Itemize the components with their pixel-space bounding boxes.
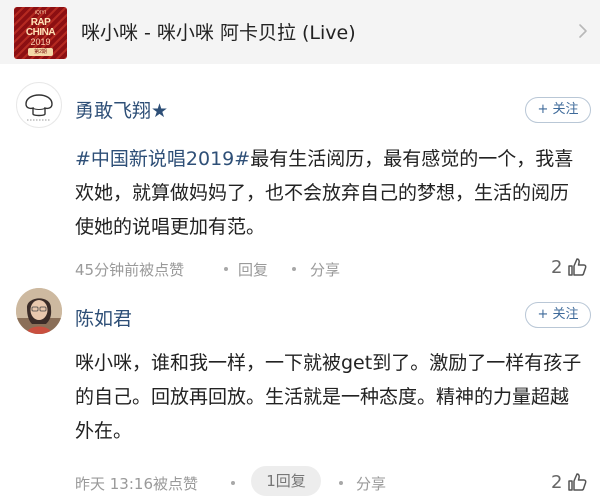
comment-text: 咪小咪，谁和我一样，一下就被get到了。激励了一样有孩子的自己。回放再回放。生活… [75,352,582,442]
user-photo-icon [16,288,62,334]
separator-dot [292,267,296,271]
username[interactable]: 勇敢飞翔★ [75,96,168,123]
reply-button[interactable]: 1回复 [251,466,321,496]
chevron-right-icon[interactable] [574,22,592,40]
username[interactable]: 陈如君 [75,304,132,331]
comment-text: #中国新说唱2019#最有生活阅历，最有感觉的一个，我喜欢她，就算做妈妈了，也不… [75,142,587,244]
follow-button[interactable]: + 关注 [525,302,591,328]
like-count: 2 [551,472,563,493]
album-art-episode: 第2期 [28,48,53,56]
avatar[interactable] [16,82,62,128]
topic-link[interactable]: #中国新说唱2019# [75,148,250,170]
comment-time: 45分钟前被点赞 [75,261,185,279]
separator-dot [231,481,235,485]
album-art-top-text: iQIYI [34,10,47,16]
avatar[interactable] [16,288,62,334]
album-art-year: 2019 [30,37,51,47]
song-title[interactable]: 咪小咪 - 咪小咪 阿卡贝拉 (Live) [81,18,356,45]
comment-time: 昨天 13:16被点赞 [75,475,198,493]
album-art-logo: RAP CHINA [25,17,56,38]
reply-link[interactable]: 回复 [238,259,268,280]
album-art: iQIYI RAP CHINA 2019 第2期 [14,7,67,59]
thumbs-up-icon[interactable] [566,471,588,493]
share-link[interactable]: 分享 [310,259,340,280]
separator-dot [339,481,343,485]
song-header[interactable]: iQIYI RAP CHINA 2019 第2期 咪小咪 - 咪小咪 阿卡贝拉 … [0,0,600,64]
like-count: 2 [551,257,563,278]
separator-dot [224,267,228,271]
thumbs-up-icon[interactable] [566,256,588,278]
mushroom-avatar-icon [25,94,53,121]
share-link[interactable]: 分享 [356,473,386,494]
follow-button[interactable]: + 关注 [525,97,591,123]
